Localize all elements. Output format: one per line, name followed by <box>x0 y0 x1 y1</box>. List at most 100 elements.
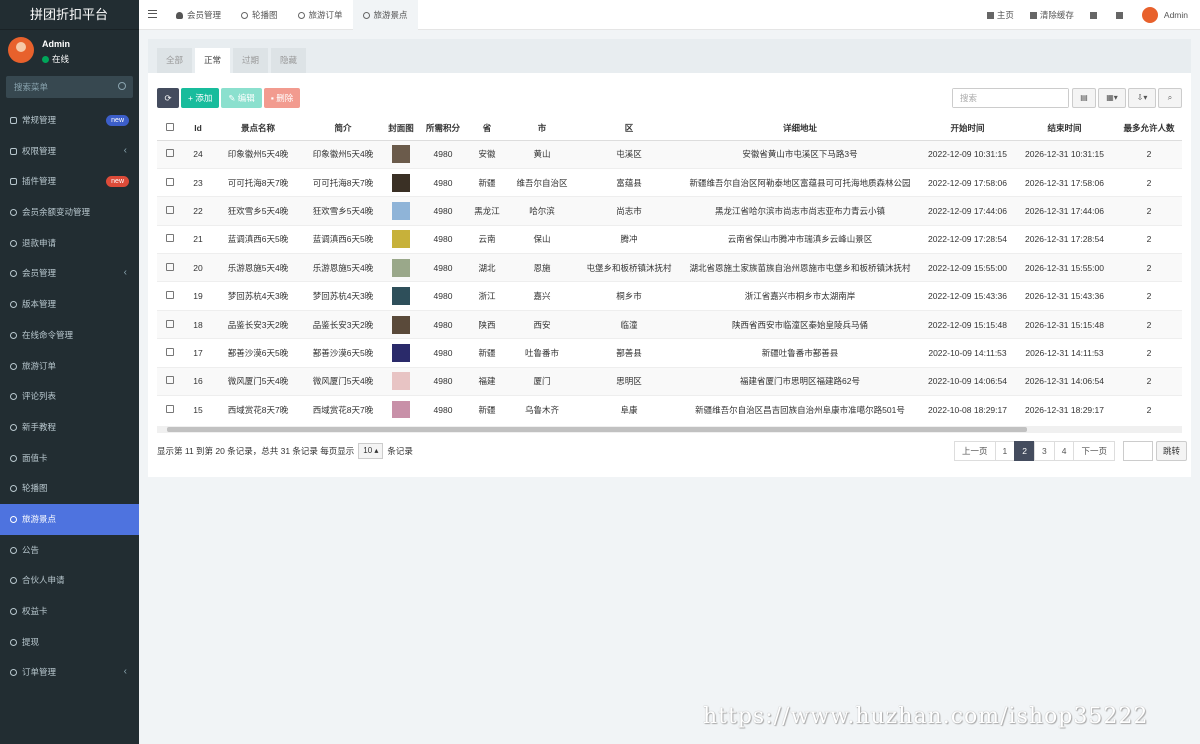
sidebar-item[interactable]: 版本管理 <box>0 289 139 320</box>
table-row[interactable]: 24 印象徽州5天4晚 印象徽州5天4晚 4980 安徽 黄山 屯溪区 安徽省黄山市屯溪区下马… <box>157 140 1182 169</box>
search-icon[interactable] <box>118 82 126 90</box>
sidebar-item[interactable]: 插件管理 new <box>0 166 139 197</box>
sidebar-item[interactable]: 常规管理 new <box>0 105 139 136</box>
search-toggle-button[interactable]: ⌕ <box>1158 88 1182 108</box>
row-checkbox-cell[interactable] <box>157 338 183 368</box>
cover-image[interactable] <box>392 287 410 306</box>
tab-attractions[interactable]: 旅游景点 <box>352 0 418 30</box>
prev-page-button[interactable]: 上一页 <box>954 441 996 461</box>
jump-button[interactable]: 跳转 <box>1155 441 1187 461</box>
column-header[interactable]: 详细地址 <box>681 116 919 141</box>
column-header[interactable]: 简介 <box>303 116 383 141</box>
table-row[interactable]: 23 可可托海8天7晚 可可托海8天7晚 4980 新疆 维吾尔自治区 富蕴县 新疆维吾尔自治… <box>157 168 1182 198</box>
table-row[interactable]: 16 微风厦门5天4晚 微风厦门5天4晚 4980 福建 厦门 思明区 福建省厦门市思明区福建… <box>157 367 1182 397</box>
cover-image[interactable] <box>392 343 410 362</box>
row-checkbox-cell[interactable] <box>157 253 183 283</box>
admin-menu[interactable]: Admin <box>1141 7 1188 23</box>
column-header[interactable]: 省 <box>467 116 507 141</box>
table-row[interactable]: 21 蓝调滇西6天5晚 蓝调滇西6天5晚 4980 云南 保山 腾冲 云南省保山市腾冲市瑞滇乡… <box>157 225 1182 255</box>
edit-button[interactable]: ✎ 编辑 <box>221 88 262 108</box>
row-checkbox-cell[interactable] <box>157 225 183 255</box>
checkbox[interactable] <box>166 149 174 158</box>
sidebar-item[interactable]: 在线命令管理 <box>0 320 139 351</box>
cover-image[interactable] <box>392 258 410 277</box>
column-header[interactable]: 最多允许人数 <box>1113 116 1182 141</box>
app-logo-title[interactable]: 拼团折扣平台 <box>0 0 139 30</box>
table-search-input[interactable] <box>953 89 1068 107</box>
sidebar-item[interactable]: 旅游景点 <box>0 503 139 535</box>
cover-image[interactable] <box>392 201 410 220</box>
cover-image[interactable] <box>392 400 410 418</box>
column-header[interactable]: Id <box>183 116 213 141</box>
checkbox[interactable] <box>166 205 174 214</box>
jump-page-input[interactable] <box>1122 441 1153 461</box>
checkbox[interactable] <box>166 291 174 300</box>
tab-member[interactable]: 会员管理 <box>166 0 231 30</box>
menu-toggle-icon[interactable] <box>148 10 157 18</box>
column-header[interactable]: 结束时间 <box>1016 116 1113 141</box>
table-row[interactable]: 18 品鉴长安3天2晚 品鉴长安3天2晚 4980 陕西 西安 临潼 陕西省西安市临潼区秦始皇… <box>157 310 1182 340</box>
page-button-active[interactable]: 2 <box>1014 441 1035 461</box>
sidebar-item[interactable]: 公告 <box>0 535 139 566</box>
select-all-checkbox-cell[interactable] <box>157 116 183 141</box>
checkbox[interactable] <box>166 404 174 413</box>
checkbox[interactable] <box>166 122 174 131</box>
column-header[interactable]: 区 <box>577 116 681 141</box>
tab-carousel[interactable]: 轮播图 <box>231 0 288 30</box>
columns-button[interactable]: ▦▾ <box>1098 88 1126 108</box>
page-button[interactable]: 4 <box>1053 441 1075 461</box>
row-checkbox-cell[interactable] <box>157 168 183 198</box>
clear-cache-button[interactable]: 清除缓存 <box>1029 9 1074 21</box>
row-checkbox-cell[interactable] <box>157 140 183 169</box>
checkbox[interactable] <box>166 319 174 328</box>
export-button[interactable]: ⇩▾ <box>1128 88 1156 108</box>
sidebar-item[interactable]: 权限管理 ‹ <box>0 136 139 167</box>
table-row[interactable]: 17 鄯善沙漠6天5晚 鄯善沙漠6天5晚 4980 新疆 吐鲁番市 鄯善县 新疆吐鲁番市鄯善县… <box>157 338 1182 368</box>
checkbox[interactable] <box>166 234 174 243</box>
tab-all[interactable]: 全部 <box>157 48 193 73</box>
toggle-view-button[interactable]: ▤ <box>1072 88 1096 108</box>
table-row[interactable]: 20 乐游恩施5天4晚 乐游恩施5天4晚 4980 湖北 恩施 屯堡乡和板桥镇沐抚村 湖北省恩… <box>157 253 1182 283</box>
sidebar-item[interactable]: 新手教程 <box>0 412 139 443</box>
sidebar-item[interactable]: 提现 <box>0 627 139 658</box>
row-checkbox-cell[interactable] <box>157 395 183 418</box>
add-button[interactable]: + 添加 <box>181 88 220 108</box>
column-header[interactable]: 所需积分 <box>419 116 467 141</box>
sidebar-item[interactable]: 订单管理 ‹ <box>0 657 139 688</box>
sidebar-item[interactable]: 合伙人申请 <box>0 565 139 596</box>
table-row[interactable]: 15 西域赏花8天7晚 西域赏花8天7晚 4980 新疆 乌鲁木齐 阜康 新疆维吾尔自治区昌吉… <box>157 395 1182 418</box>
tab-orders[interactable]: 旅游订单 <box>288 0 353 30</box>
cover-image[interactable] <box>392 372 410 391</box>
sidebar-item[interactable]: 会员余额变动管理 <box>0 197 139 228</box>
tab-normal[interactable]: 正常 <box>195 48 231 73</box>
row-checkbox-cell[interactable] <box>157 310 183 340</box>
sidebar-item[interactable]: 权益卡 <box>0 596 139 627</box>
delete-button[interactable]: ▪ 删除 <box>263 88 301 108</box>
checkbox[interactable] <box>166 376 174 385</box>
column-header[interactable]: 开始时间 <box>919 116 1016 141</box>
next-page-button[interactable]: 下一页 <box>1073 441 1115 461</box>
page-size-select[interactable]: 10 ▴ <box>358 443 384 459</box>
page-button[interactable]: 1 <box>994 441 1016 461</box>
refresh-button[interactable]: ⟳ <box>157 88 179 108</box>
cover-image[interactable] <box>392 145 410 164</box>
table-row[interactable]: 19 梦回苏杭4天3晚 梦回苏杭4天3晚 4980 浙江 嘉兴 桐乡市 浙江省嘉兴市桐乡市太湖… <box>157 281 1182 311</box>
scrollbar-thumb[interactable] <box>167 427 1027 432</box>
page-button[interactable]: 3 <box>1033 441 1055 461</box>
tab-expired[interactable]: 过期 <box>233 48 269 73</box>
sidebar-item[interactable]: 会员管理 ‹ <box>0 258 139 289</box>
cover-image[interactable] <box>392 315 410 334</box>
tab-hidden[interactable]: 隐藏 <box>271 48 307 73</box>
sidebar-item[interactable]: 面值卡 <box>0 443 139 474</box>
translate-button[interactable] <box>1089 11 1100 19</box>
column-header[interactable]: 封面图 <box>383 116 419 141</box>
row-checkbox-cell[interactable] <box>157 281 183 311</box>
sidebar-item[interactable]: 退款申请 <box>0 228 139 259</box>
horizontal-scrollbar[interactable] <box>157 426 1182 433</box>
checkbox[interactable] <box>166 262 174 271</box>
checkbox[interactable] <box>166 177 174 186</box>
fullscreen-button[interactable] <box>1115 11 1126 19</box>
row-checkbox-cell[interactable] <box>157 367 183 397</box>
column-header[interactable]: 市 <box>507 116 577 141</box>
checkbox[interactable] <box>166 347 174 356</box>
